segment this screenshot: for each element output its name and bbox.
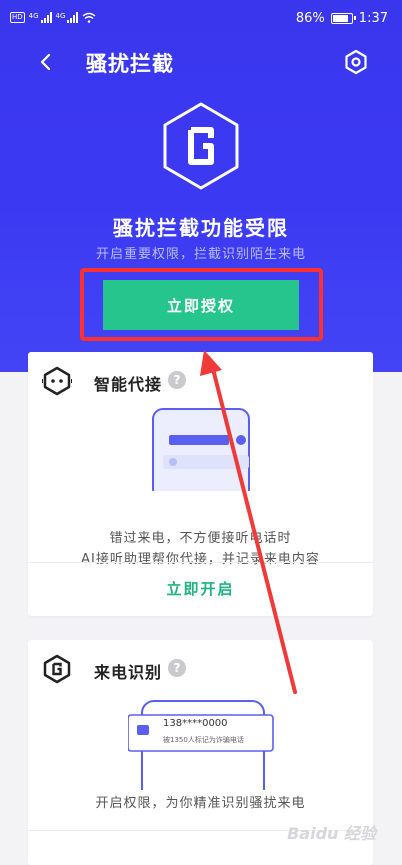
battery-icon <box>330 13 356 24</box>
signal-label-2: 4G <box>55 12 66 20</box>
robot-icon <box>42 366 72 396</box>
card-desc-line: 开启权限，为你精准识别骚扰来电 <box>95 796 306 811</box>
divider <box>28 562 373 563</box>
signal-icon <box>40 12 52 23</box>
page-title: 骚扰拦截 <box>86 52 174 76</box>
status-right: 86% 1:37 <box>296 11 388 26</box>
help-icon[interactable]: ? <box>168 659 186 677</box>
card-desc-line: 错过来电，不方便接听电话时 <box>109 531 292 546</box>
signal-icon <box>67 12 79 23</box>
card-desc-line: AI接听助理帮你代接，并记录来电内容 <box>81 552 320 567</box>
battery-percent: 86% <box>295 11 325 26</box>
help-icon[interactable]: ? <box>168 371 186 389</box>
wifi-icon <box>82 12 96 23</box>
hd-tag: HD <box>10 12 25 23</box>
enable-now-link[interactable]: 立即开启 <box>28 578 373 599</box>
caller-note: 被1350人标记为诈骗电话 <box>163 736 244 744</box>
signal-label-1: 4G <box>28 12 39 20</box>
restriction-subline: 开启重要权限，拦截识别陌生来电 <box>95 247 306 262</box>
phone-illustration <box>152 408 250 491</box>
card-title: 智能代接 <box>94 375 163 394</box>
watermark: Baidu 经验 <box>287 824 376 843</box>
restriction-headline: 骚扰拦截功能受限 <box>113 216 289 240</box>
authorize-button[interactable]: 立即授权 <box>103 280 299 330</box>
hex-logo-icon <box>43 654 71 684</box>
hex-gear-icon[interactable] <box>342 48 370 76</box>
caller-number: 138****0000 <box>163 718 228 729</box>
clock: 1:37 <box>358 11 388 26</box>
chevron-left-icon[interactable] <box>34 48 58 76</box>
hex-logo-icon <box>163 102 239 190</box>
card-title: 来电识别 <box>94 663 163 682</box>
status-bar: HD 4G 4G 86% 1:37 <box>0 0 402 38</box>
smart-answer-card: 智能代接 ? 错过来电，不方便接听电话时 AI接听助理帮你代接，并记录来电内容 … <box>28 352 373 616</box>
status-left: HD 4G 4G <box>10 12 96 23</box>
